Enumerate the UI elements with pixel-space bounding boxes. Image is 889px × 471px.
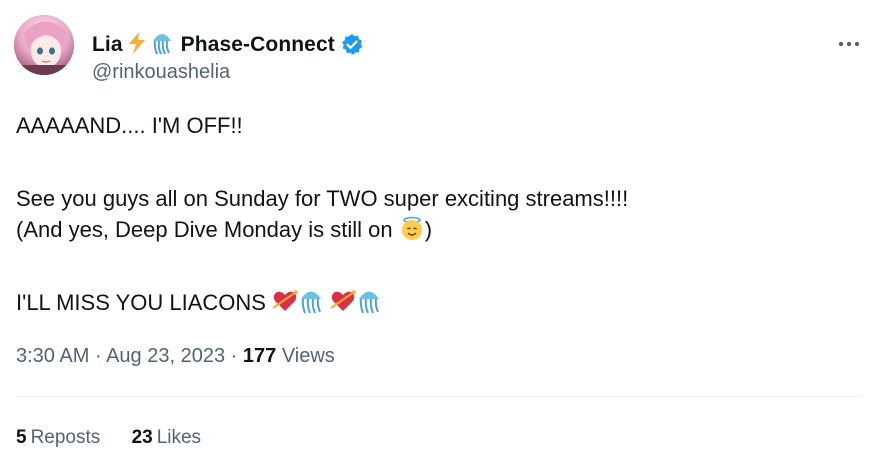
tweet-card: Lia Phase-Connect @rinkouashelia AAAAAND… [0, 0, 889, 471]
author-name-row: Lia Phase-Connect [92, 31, 363, 59]
jellyfish-icon [359, 291, 380, 314]
more-dots-icon [838, 41, 860, 47]
tweet-header: Lia Phase-Connect @rinkouashelia [14, 15, 874, 83]
author-handle[interactable]: @rinkouashelia [92, 61, 230, 84]
org-name[interactable]: Phase-Connect [181, 33, 335, 57]
reposts-link[interactable]: 5 Reposts [16, 427, 100, 449]
views-label: Views [281, 345, 335, 367]
avatar-image [14, 15, 74, 75]
avatar[interactable] [14, 15, 74, 75]
heart-with-arrow-icon [330, 290, 357, 311]
tweet-line-1: AAAAAND.... I'M OFF!! [16, 113, 243, 138]
tweet-text: AAAAAND.... I'M OFF!! See you guys all o… [16, 110, 876, 318]
angel-face-icon [401, 216, 422, 240]
views-count: 177 [242, 345, 277, 367]
heart-with-arrow-icon [272, 290, 299, 311]
verified-badge-icon [341, 34, 363, 56]
reposts-label: Reposts [30, 427, 101, 448]
divider [16, 396, 863, 397]
tweet-line-4: I'LL MISS YOU LIACONS [16, 287, 876, 318]
jellyfish-icon [301, 291, 322, 314]
likes-label: Likes [156, 427, 202, 448]
tweet-line-3: (And yes, Deep Dive Monday is still on ) [16, 214, 876, 245]
likes-count: 23 [131, 427, 153, 448]
more-options-button[interactable] [836, 31, 862, 57]
tweet-date[interactable]: Aug 23, 2023 [106, 345, 225, 367]
reposts-count: 5 [16, 427, 27, 448]
tweet-line-3-text: (And yes, Deep Dive Monday is still on [16, 217, 399, 242]
meta-separator: · [94, 345, 102, 367]
jellyfish-icon [151, 31, 173, 60]
tweet-line-3-close: ) [424, 217, 433, 242]
tweet-line-2: See you guys all on Sunday for TWO super… [16, 186, 629, 211]
meta-separator: · [230, 345, 238, 367]
engagement-stats: 5 Reposts 23 Likes [16, 427, 227, 449]
likes-link[interactable]: 23 Likes [132, 427, 202, 449]
tweet-time[interactable]: 3:30 AM [16, 345, 89, 367]
tweet-meta: 3:30 AM · Aug 23, 2023 · 177 Views [16, 345, 335, 368]
tweet-line-4-text: I'LL MISS YOU LIACONS [16, 290, 273, 315]
high-voltage-icon [127, 31, 147, 59]
display-name[interactable]: Lia [92, 33, 123, 57]
